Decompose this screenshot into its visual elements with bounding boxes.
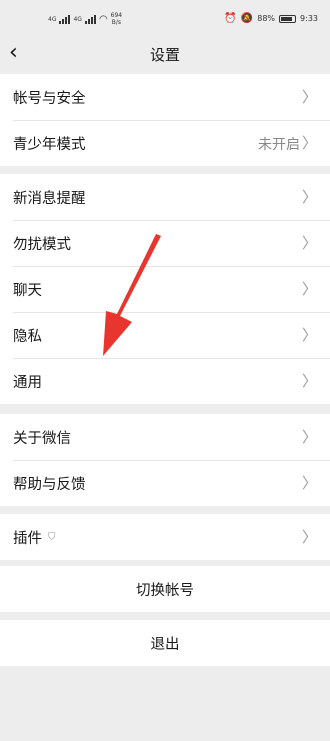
settings-group-general: 新消息提醒 〉 勿扰模式 〉 聊天 〉 隐私 〉 通用 〉 [0, 174, 330, 404]
nav-bar: ‹ 设置 [0, 34, 330, 74]
chevron-right-icon: 〉 [301, 188, 317, 206]
settings-group-plugins: 插件 ⛉ 〉 [0, 514, 330, 560]
settings-item-teen-mode[interactable]: 青少年模式 未开启 〉 [0, 120, 330, 166]
signal-icon-2 [84, 14, 96, 24]
switch-account-group: 切换帐号 [0, 566, 330, 612]
network-speed-value: 694 [110, 12, 123, 19]
signal-icon [59, 14, 71, 24]
settings-item-chat[interactable]: 聊天 〉 [0, 266, 330, 312]
teen-mode-status: 未开启 [258, 137, 300, 153]
settings-item-about-wechat[interactable]: 关于微信 〉 [0, 414, 330, 460]
settings-item-do-not-disturb[interactable]: 勿扰模式 〉 [0, 220, 330, 266]
settings-item-label: 帐号与安全 [13, 90, 86, 107]
settings-item-label: 帮助与反馈 [13, 476, 86, 493]
shield-icon: ⛉ [48, 531, 56, 543]
settings-item-notifications[interactable]: 新消息提醒 〉 [0, 174, 330, 220]
settings-item-label: 关于微信 [13, 430, 71, 447]
chevron-right-icon: 〉 [301, 528, 317, 546]
settings-item-label: 隐私 [13, 328, 42, 345]
logout-group: 退出 [0, 620, 330, 666]
battery-percent: 88% [257, 14, 276, 23]
settings-item-label: 聊天 [13, 282, 42, 299]
switch-account-label: 切换帐号 [136, 582, 194, 599]
chevron-right-icon: 〉 [301, 134, 317, 152]
settings-item-privacy[interactable]: 隐私 〉 [0, 312, 330, 358]
network-speed: 694 B/s [111, 12, 122, 26]
page-title: 设置 [149, 46, 180, 64]
chevron-right-icon: 〉 [301, 88, 317, 106]
settings-group-account: 帐号与安全 〉 青少年模式 未开启 〉 [0, 74, 330, 166]
sim1-label: 4G [48, 15, 57, 23]
chevron-right-icon: 〉 [301, 372, 317, 390]
wifi-icon: ◠ [98, 13, 108, 25]
clock: 9:33 [300, 14, 318, 23]
settings-item-general[interactable]: 通用 〉 [0, 358, 330, 404]
settings-group-about: 关于微信 〉 帮助与反馈 〉 [0, 414, 330, 506]
settings-item-label: 青少年模式 [13, 136, 86, 153]
settings-item-label: 勿扰模式 [13, 236, 71, 253]
sim2-label: 4G [73, 15, 82, 23]
settings-item-label: 通用 [13, 374, 42, 391]
battery-icon [279, 14, 297, 23]
status-bar: 4G 4G ◠ 694 B/s ⏰ 🔕 88% 9:33 [0, 0, 330, 34]
chevron-right-icon: 〉 [301, 428, 317, 446]
chevron-right-icon: 〉 [301, 326, 317, 344]
settings-item-label: 新消息提醒 [13, 190, 86, 207]
logout-button[interactable]: 退出 [0, 620, 330, 666]
chevron-right-icon: 〉 [301, 474, 317, 492]
network-speed-unit: B/s [111, 19, 122, 26]
settings-item-label: 插件 [13, 530, 42, 547]
logout-label: 退出 [150, 636, 180, 653]
chevron-right-icon: 〉 [301, 280, 317, 298]
settings-item-plugins[interactable]: 插件 ⛉ 〉 [0, 514, 330, 560]
alarm-icon: ⏰ [224, 13, 237, 24]
switch-account-button[interactable]: 切换帐号 [0, 566, 330, 612]
mute-icon: 🔕 [240, 13, 254, 24]
settings-item-account-security[interactable]: 帐号与安全 〉 [0, 74, 330, 120]
settings-item-help-feedback[interactable]: 帮助与反馈 〉 [0, 460, 330, 506]
chevron-right-icon: 〉 [301, 234, 317, 252]
